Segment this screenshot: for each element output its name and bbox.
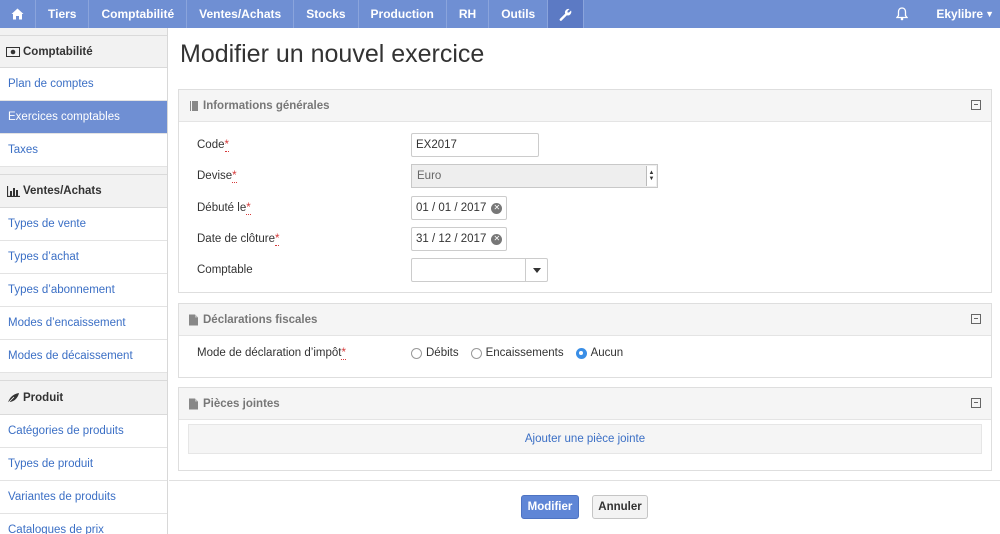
tax-mode-radio-group: Débits Encaissements Aucun	[411, 347, 635, 359]
panel-header: Déclarations fiscales	[179, 304, 991, 336]
chevron-down-icon: ▼	[985, 9, 994, 19]
nav-stocks[interactable]: Stocks	[294, 0, 359, 28]
sidebar-item-types-de-produit[interactable]: Types de produit	[0, 448, 167, 481]
accountant-row: Comptable	[197, 258, 548, 282]
stopped-date-value: 31 / 12 / 2017	[416, 233, 487, 245]
code-input[interactable]: EX2017	[411, 133, 539, 157]
stopped-row: Date de clôture* 31 / 12 / 2017 ✕	[197, 227, 508, 251]
nav-comptabilite[interactable]: Comptabilité	[89, 0, 188, 28]
bar-chart-icon	[6, 185, 20, 197]
panel-title: Informations générales	[203, 99, 330, 112]
tax-mode-row: Mode de déclaration d’impôt* Débits Enca…	[197, 347, 635, 360]
bell-icon	[896, 7, 909, 21]
accountant-label: Comptable	[197, 264, 253, 276]
sidebar-item-plan-de-comptes[interactable]: Plan de comptes	[0, 68, 167, 101]
sidebar-section-produit: Produit	[0, 381, 167, 415]
started-label: Débuté le*	[197, 202, 251, 215]
started-date-value: 01 / 01 / 2017	[416, 202, 487, 214]
book-icon	[188, 100, 200, 112]
sidebar-gap	[0, 28, 167, 36]
sidebar-item-categories-de-produits[interactable]: Catégories de produits	[0, 415, 167, 448]
accountant-select[interactable]	[411, 258, 548, 282]
currency-select[interactable]: Euro ▲ ▼	[411, 164, 658, 188]
sidebar-section-comptabilite: Comptabilité	[0, 36, 167, 68]
panel-title: Pièces jointes	[203, 397, 280, 410]
radio-label: Débits	[426, 347, 459, 359]
currency-value: Euro	[417, 170, 442, 182]
panel-title: Déclarations fiscales	[203, 313, 318, 326]
sidebar-section-ventes-achats: Ventes/Achats	[0, 175, 167, 208]
attachments-panel: Pièces jointes Ajouter une pièce jointe	[178, 387, 992, 471]
radio-label: Encaissements	[485, 347, 564, 359]
radio-option-aucun[interactable]: Aucun	[575, 347, 624, 359]
code-row: Code* EX2017	[197, 133, 539, 157]
sidebar-section-title: Comptabilité	[23, 45, 93, 58]
tax-mode-label: Mode de déclaration d’impôt*	[197, 347, 346, 360]
nav-rh[interactable]: RH	[447, 0, 490, 28]
form-actions: Modifier Annuler	[169, 480, 1000, 534]
nav-outils[interactable]: Outils	[489, 0, 549, 28]
currency-row: Devise* Euro ▲ ▼	[197, 164, 658, 188]
wrench-icon	[559, 8, 572, 21]
collapse-icon[interactable]	[971, 398, 981, 408]
chevron-down-icon[interactable]	[525, 259, 547, 281]
clear-icon[interactable]: ✕	[491, 202, 503, 214]
stopped-label: Date de clôture*	[197, 233, 280, 246]
sidebar-section-title: Produit	[23, 391, 64, 404]
radio-button[interactable]	[411, 347, 422, 359]
radio-button-selected[interactable]	[575, 347, 587, 359]
radio-option-debits[interactable]: Débits	[411, 347, 459, 359]
radio-label: Aucun	[590, 347, 624, 359]
sidebar-section-title: Ventes/Achats	[23, 185, 102, 197]
currency-label: Devise*	[197, 170, 237, 183]
radio-button[interactable]	[470, 347, 482, 359]
collapse-icon[interactable]	[971, 100, 981, 110]
sidebar-gap	[0, 373, 167, 381]
file-icon	[188, 314, 200, 326]
notifications-button[interactable]	[882, 0, 922, 28]
home-button[interactable]	[0, 0, 36, 28]
general-info-panel: Informations générales Code* EX2017 Devi…	[178, 89, 992, 293]
panel-header: Informations générales	[179, 90, 991, 122]
user-menu[interactable]: Ekylibre ▼	[922, 0, 1000, 28]
sidebar: Comptabilité Plan de comptes Exercices c…	[0, 28, 168, 534]
sidebar-item-types-de-vente[interactable]: Types de vente	[0, 208, 167, 241]
sidebar-item-modes-d-encaissement[interactable]: Modes d’encaissement	[0, 307, 167, 340]
started-date-input[interactable]: 01 / 01 / 2017 ✕	[411, 196, 508, 220]
file-icon	[188, 398, 200, 410]
sidebar-item-variantes-de-produits[interactable]: Variantes de produits	[0, 481, 167, 514]
radio-option-encaissements[interactable]: Encaissements	[470, 347, 564, 359]
sidebar-item-modes-de-decaissement[interactable]: Modes de décaissement	[0, 340, 167, 373]
user-name: Ekylibre	[936, 7, 984, 21]
submit-button[interactable]: Modifier	[521, 495, 579, 519]
started-row: Débuté le* 01 / 01 / 2017 ✕	[197, 196, 508, 220]
stopped-date-input[interactable]: 31 / 12 / 2017 ✕	[411, 227, 508, 251]
sidebar-gap	[0, 167, 167, 175]
add-attachment-button[interactable]: Ajouter une pièce jointe	[188, 424, 982, 454]
cancel-button[interactable]: Annuler	[592, 495, 648, 519]
home-icon	[11, 8, 24, 20]
main-content: Modifier un nouvel exercice Informations…	[169, 28, 1000, 534]
money-icon	[6, 46, 20, 58]
clear-icon[interactable]: ✕	[491, 233, 503, 245]
select-arrow-icon: ▲ ▼	[646, 166, 656, 186]
leaf-icon	[6, 392, 20, 404]
nav-production[interactable]: Production	[359, 0, 447, 28]
sidebar-item-exercices-comptables[interactable]: Exercices comptables	[0, 101, 167, 134]
code-label: Code*	[197, 139, 229, 152]
nav-tiers[interactable]: Tiers	[36, 0, 90, 28]
sidebar-item-types-d-achat[interactable]: Types d’achat	[0, 241, 167, 274]
top-navigation: Tiers Comptabilité Ventes/Achats Stocks …	[0, 0, 1000, 28]
collapse-icon[interactable]	[971, 314, 981, 324]
sidebar-item-taxes[interactable]: Taxes	[0, 134, 167, 167]
settings-button[interactable]	[548, 0, 585, 28]
page-title: Modifier un nouvel exercice	[180, 40, 485, 68]
sidebar-item-catalogues-de-prix[interactable]: Catalogues de prix	[0, 514, 167, 534]
panel-header: Pièces jointes	[179, 388, 991, 420]
sidebar-item-types-d-abonnement[interactable]: Types d’abonnement	[0, 274, 167, 307]
accountant-value	[412, 259, 525, 281]
nav-ventes-achats[interactable]: Ventes/Achats	[187, 0, 295, 28]
tax-declaration-panel: Déclarations fiscales Mode de déclaratio…	[178, 303, 992, 378]
